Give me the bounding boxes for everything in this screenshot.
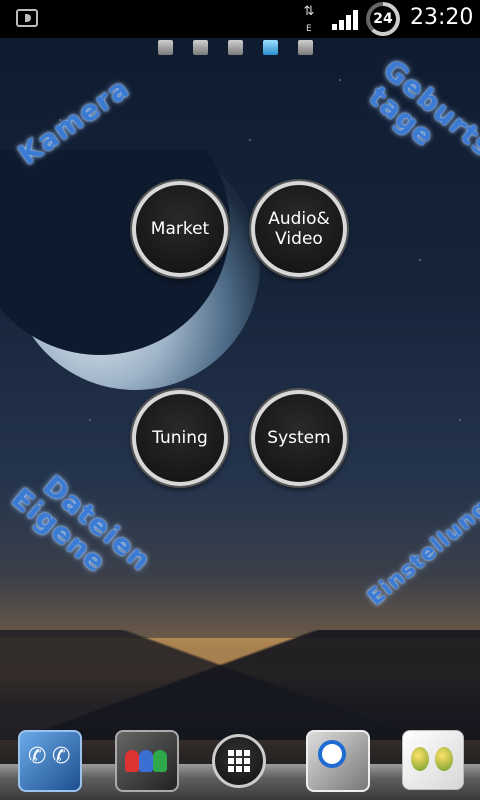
page-indicator — [158, 40, 313, 58]
tuning-label: Tuning — [152, 428, 208, 448]
audio-video-label-2: Video — [275, 229, 323, 249]
system-button[interactable]: System — [251, 390, 347, 486]
tuning-button[interactable]: Tuning — [132, 390, 228, 486]
audio-video-button[interactable]: Audio& Video — [251, 181, 347, 277]
clock: 23:20 — [410, 5, 474, 30]
cube-app-icon[interactable] — [402, 730, 464, 790]
search-app-icon[interactable] — [306, 730, 370, 792]
planet-image — [0, 150, 260, 390]
page-dot[interactable] — [228, 40, 243, 55]
network-type: E — [306, 24, 312, 34]
market-button[interactable]: Market — [132, 181, 228, 277]
sd-card-icon — [16, 9, 38, 27]
battery-level: 24 — [370, 6, 396, 32]
page-dot[interactable] — [193, 40, 208, 55]
status-bar: ⇅ E 24 23:20 — [0, 0, 480, 38]
market-label: Market — [150, 219, 210, 239]
page-dot[interactable] — [158, 40, 173, 55]
audio-video-label-1: Audio& — [268, 209, 330, 229]
page-dot-active[interactable] — [263, 40, 278, 55]
page-dot[interactable] — [298, 40, 313, 55]
phone-app-icon[interactable] — [18, 730, 82, 792]
app-drawer-icon[interactable] — [212, 734, 266, 788]
system-label: System — [267, 428, 331, 448]
contacts-app-icon[interactable] — [115, 730, 179, 792]
signal-strength-icon — [332, 10, 358, 30]
battery-icon: 24 — [366, 2, 400, 36]
